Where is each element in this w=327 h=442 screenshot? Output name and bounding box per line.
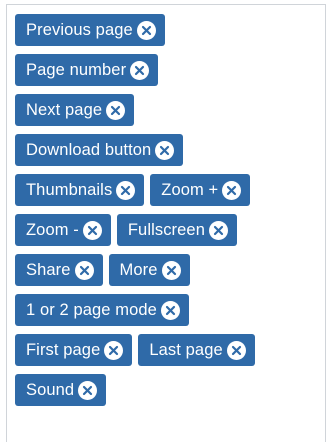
- chip-row: Share More: [15, 254, 315, 286]
- remove-zoom-minus-close-icon[interactable]: [82, 220, 102, 240]
- remove-download-button-close-icon[interactable]: [155, 140, 175, 160]
- chip-page-number[interactable]: Page number: [15, 54, 159, 86]
- chip-label: Download button: [26, 141, 152, 159]
- chip-row: Download button: [15, 134, 315, 166]
- remove-thumbnails-close-icon[interactable]: [116, 180, 136, 200]
- chip-label: Share: [26, 261, 71, 279]
- chip-label: Zoom -: [26, 221, 79, 239]
- chip-label: Thumbnails: [26, 181, 113, 199]
- chip-zoom-minus[interactable]: Zoom -: [15, 214, 111, 246]
- chip-thumbnails[interactable]: Thumbnails: [15, 174, 145, 206]
- remove-next-page-close-icon[interactable]: [106, 100, 126, 120]
- remove-previous-page-close-icon[interactable]: [136, 20, 156, 40]
- remove-page-mode-close-icon[interactable]: [160, 300, 180, 320]
- chip-row: Next page: [15, 94, 315, 126]
- remove-first-page-close-icon[interactable]: [104, 340, 124, 360]
- chip-zoom-plus[interactable]: Zoom +: [150, 174, 251, 206]
- chip-row: Thumbnails Zoom +: [15, 174, 315, 206]
- chip-first-page[interactable]: First page: [15, 334, 133, 366]
- remove-fullscreen-close-icon[interactable]: [208, 220, 228, 240]
- chip-fullscreen[interactable]: Fullscreen: [116, 214, 237, 246]
- chip-label: Page number: [26, 61, 127, 79]
- remove-share-close-icon[interactable]: [74, 260, 94, 280]
- chip-label: More: [119, 261, 158, 279]
- chip-page-mode[interactable]: 1 or 2 page mode: [15, 294, 189, 326]
- chip-label: Fullscreen: [127, 221, 205, 239]
- chip-row: First page Last page: [15, 334, 315, 366]
- chip-share[interactable]: Share: [15, 254, 103, 286]
- chip-label: Sound: [26, 381, 75, 399]
- chip-sound[interactable]: Sound: [15, 374, 107, 406]
- chip-more[interactable]: More: [108, 254, 190, 286]
- chip-next-page[interactable]: Next page: [15, 94, 135, 126]
- chip-list: Previous page Page number Next page Down…: [15, 14, 315, 414]
- chip-row: Page number: [15, 54, 315, 86]
- chip-row: Zoom - Fullscreen: [15, 214, 315, 246]
- chip-label: Previous page: [26, 21, 133, 39]
- chip-label: Last page: [149, 341, 223, 359]
- chip-label: First page: [26, 341, 101, 359]
- remove-page-number-close-icon[interactable]: [130, 60, 150, 80]
- chip-download-button[interactable]: Download button: [15, 134, 184, 166]
- chip-label: Next page: [26, 101, 103, 119]
- chip-label: Zoom +: [161, 181, 219, 199]
- chip-previous-page[interactable]: Previous page: [15, 14, 165, 46]
- remove-more-close-icon[interactable]: [161, 260, 181, 280]
- chip-row: Previous page: [15, 14, 315, 46]
- remove-last-page-close-icon[interactable]: [226, 340, 246, 360]
- chip-row: 1 or 2 page mode: [15, 294, 315, 326]
- chip-label: 1 or 2 page mode: [26, 301, 157, 319]
- chip-last-page[interactable]: Last page: [138, 334, 255, 366]
- chip-row: Sound: [15, 374, 315, 406]
- remove-sound-close-icon[interactable]: [78, 380, 98, 400]
- remove-zoom-plus-close-icon[interactable]: [222, 180, 242, 200]
